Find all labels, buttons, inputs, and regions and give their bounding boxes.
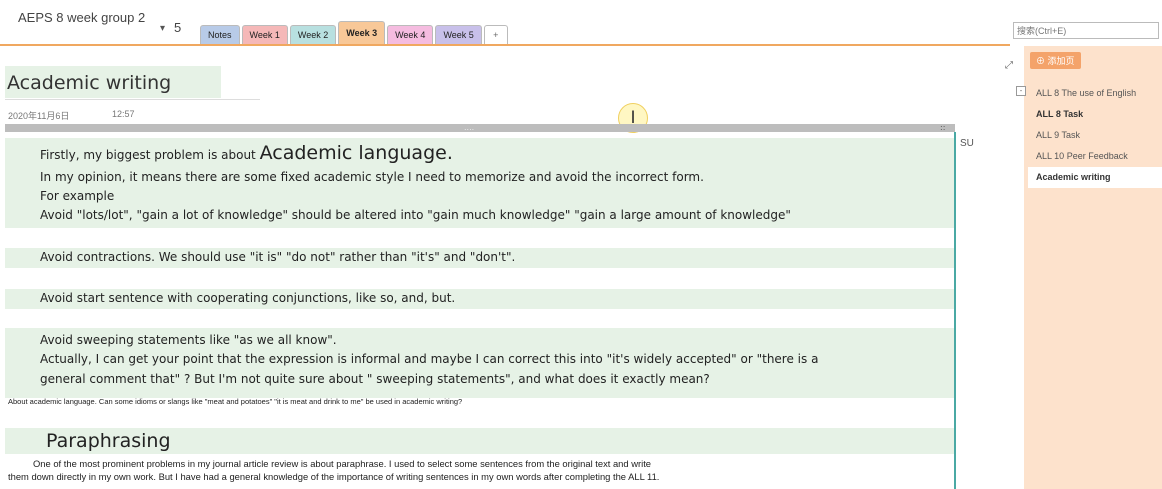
tab-week-2[interactable]: Week 2 [289,25,337,44]
tab-week-3[interactable]: Week 3 [338,21,386,44]
paragraph-line[interactable]: Avoid "lots/lot", "gain a lot of knowled… [40,208,791,222]
chevron-down-icon[interactable]: ▾ [160,23,165,34]
paragraph-line[interactable]: In my opinion, it means there are some f… [40,170,704,184]
tab-week-5[interactable]: Week 5 [435,25,482,44]
paragraph-line[interactable]: Firstly, my biggest problem is about Aca… [40,142,453,164]
notebook-name[interactable]: AEPS 8 week group 2 [18,10,145,25]
page-time: 12:57 [112,109,135,119]
section-count: 5 [174,20,182,35]
plus-icon: ⊕ [1036,56,1046,66]
page-date: 2020年11月6日 [8,111,70,121]
grip-icon[interactable]: .... [464,124,474,132]
question-note[interactable]: About academic language. Can some idioms… [8,397,462,406]
expand-icon[interactable]: ⤢ [1005,60,1013,71]
paragraph-text: Firstly, my biggest problem is about [40,148,260,162]
paragraph-line[interactable]: Avoid contractions. We should use "it is… [40,250,515,264]
side-label: SU [960,138,974,149]
section-underline [0,44,1010,46]
paragraph-text: One of the most prominent problems in my… [33,458,652,469]
resize-grip-icon[interactable]: :: [940,124,945,132]
page-title[interactable]: Academic writing [7,72,171,94]
page-list: ALL 8 The use of English ALL 8 Task ALL … [1028,83,1162,188]
paragraph-line[interactable]: Avoid start sentence with cooperating co… [40,291,455,305]
page-item[interactable]: ALL 10 Peer Feedback [1036,146,1162,167]
paragraph-line[interactable]: Avoid sweeping statements like "as we al… [40,333,337,347]
section-heading[interactable]: Paraphrasing [46,430,171,452]
tab-week-1[interactable]: Week 1 [241,25,288,44]
paragraph-line[interactable]: general comment that" ? But I'm not quit… [40,372,710,386]
collapse-icon[interactable]: - [1016,86,1026,96]
page-item[interactable]: ALL 9 Task [1036,125,1162,146]
paragraph-block[interactable]: One of the most prominent problems in my… [8,458,953,483]
tab-notes[interactable]: Notes [200,25,240,44]
add-section-button[interactable]: + [483,25,508,44]
section-tabs: Notes Week 1 Week 2 Week 3 Week 4 Week 5… [200,21,510,44]
search-input[interactable]: 搜索(Ctrl+E) [1013,22,1159,39]
paragraph-text: them down directly in my own work. But I… [8,470,660,482]
note-container-handle[interactable] [5,124,955,132]
note-container-border [954,132,956,489]
page-item-selected[interactable]: Academic writing [1028,167,1162,188]
title-underline [5,99,260,100]
paragraph-line[interactable]: Actually, I can get your point that the … [40,352,818,366]
tab-week-4[interactable]: Week 4 [387,25,434,44]
page-item[interactable]: ALL 8 The use of English [1036,83,1162,104]
add-page-button[interactable]: ⊕ 添加页 [1030,52,1081,69]
page-item[interactable]: ALL 8 Task [1036,104,1162,125]
add-page-label: 添加页 [1047,56,1075,66]
paragraph-line[interactable]: For example [40,189,114,203]
emphasis-text: Academic language. [259,142,453,164]
